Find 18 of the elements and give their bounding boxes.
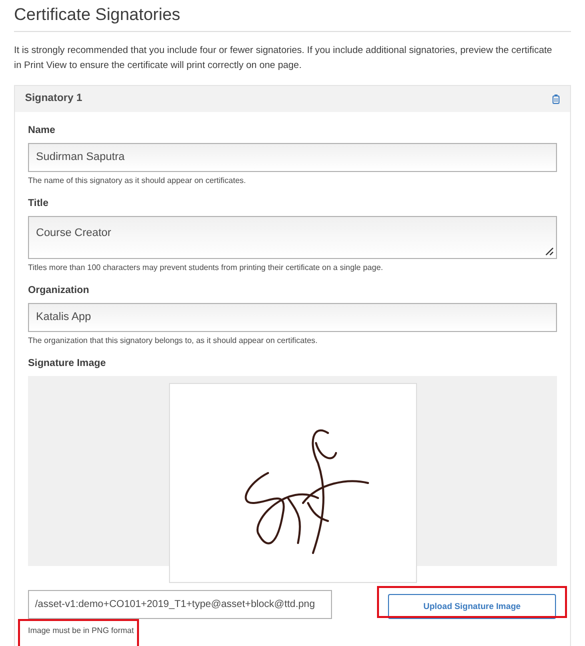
upload-signature-button[interactable]: Upload Signature Image — [388, 594, 556, 619]
image-path-field[interactable]: /asset-v1:demo+CO101+2019_T1+type@asset+block@ttd.png — [28, 590, 332, 619]
field-label: Title — [28, 197, 50, 211]
title-textarea[interactable]: Course Creator — [28, 216, 557, 259]
resize-handle-icon[interactable] — [544, 246, 554, 256]
field-hint: The organization that this signatory belongs to, as it should appear on certificates. — [28, 335, 319, 347]
field-hint: The name of this signatory as it should appear on certificates. — [28, 175, 247, 187]
field-label: Organization — [28, 284, 90, 298]
field-label: Signature Image — [28, 357, 107, 371]
text-field[interactable]: Katalis App — [28, 303, 557, 332]
field-label: Name — [28, 124, 56, 138]
text-field[interactable]: Sudirman Saputra — [28, 143, 557, 172]
panel-title: Signatory 1 — [25, 91, 82, 106]
trash-icon[interactable] — [552, 94, 560, 104]
intro-text: It is strongly recommended that you include four or fewer signatories. If you include additional signatories, preview the certificate in Print View to ensure the certificate will print correctly on one page. — [14, 44, 554, 73]
field-hint: Titles more than 100 characters may prevent students from printing their certificate on a single page. — [28, 262, 384, 274]
field-hint: Image must be in PNG format — [28, 625, 134, 637]
page-heading: Certificate Signatories — [14, 4, 571, 32]
